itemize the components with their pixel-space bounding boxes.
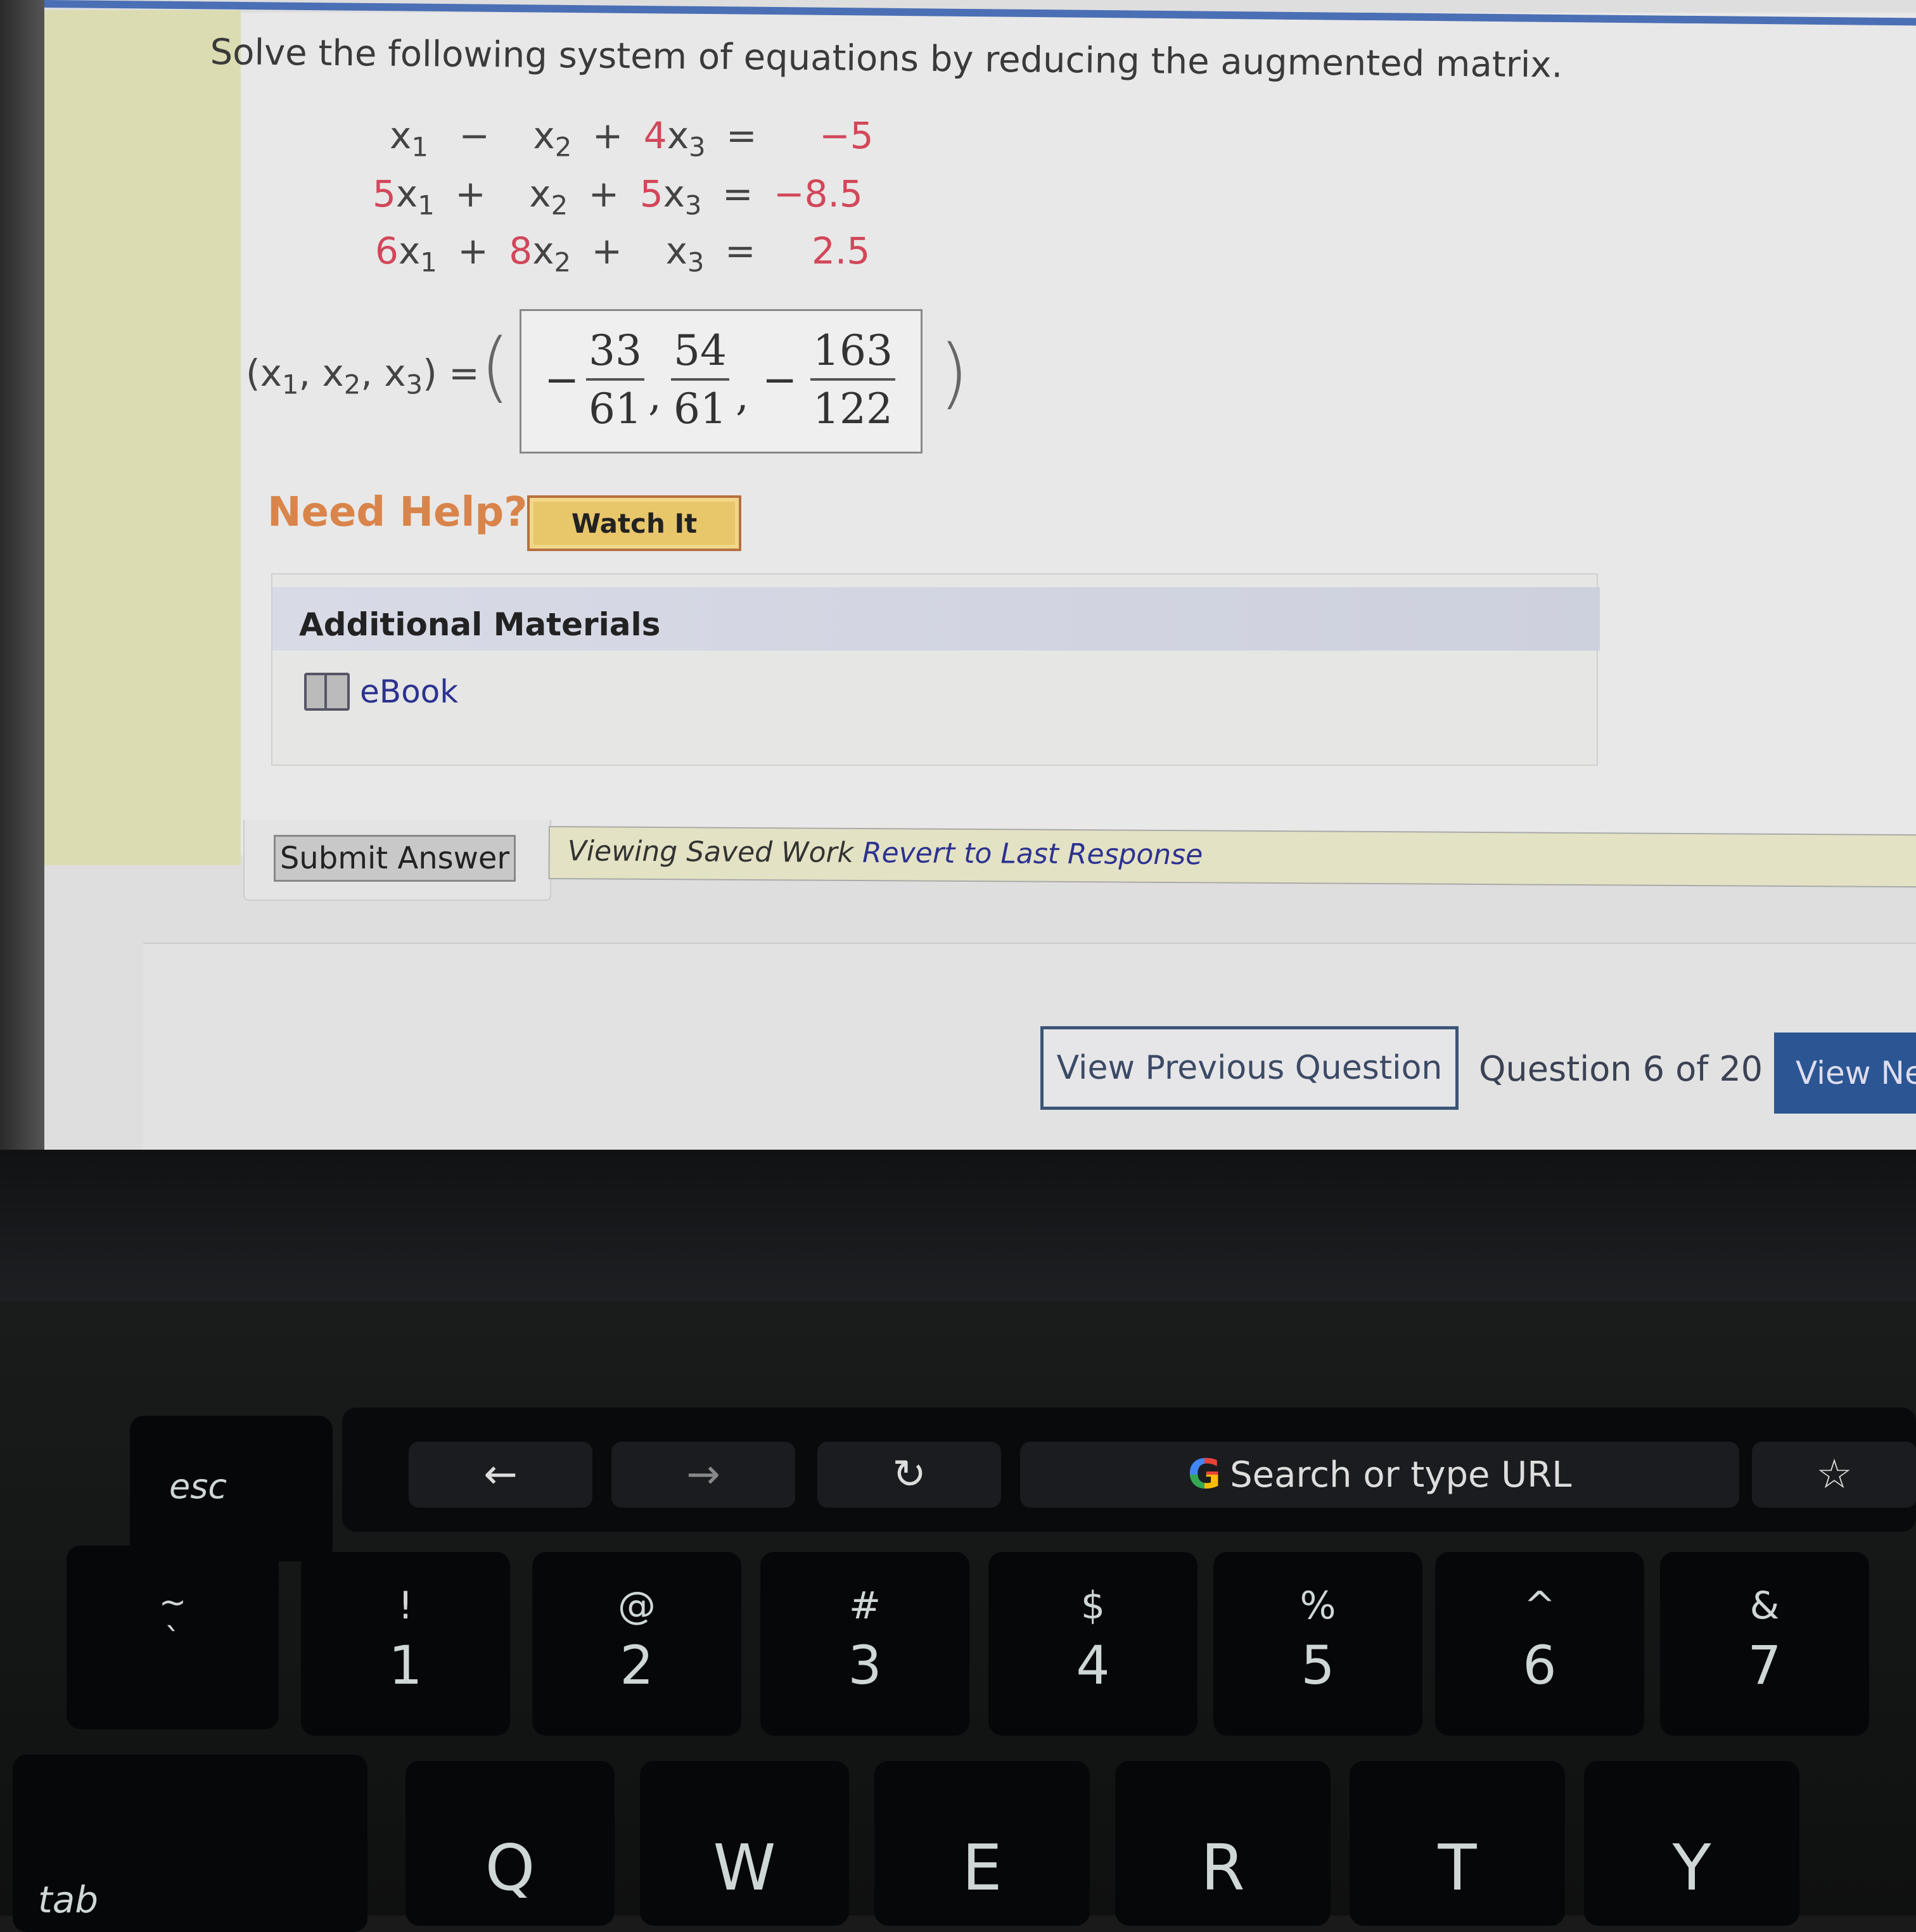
key-e[interactable]: E bbox=[874, 1761, 1090, 1926]
key-5[interactable]: % 5 bbox=[1213, 1552, 1422, 1736]
key-3[interactable]: # 3 bbox=[760, 1552, 969, 1736]
equation-row-1: x1 − x2 + 4x3 = −5 bbox=[390, 114, 874, 163]
saved-work-bar: Viewing Saved Work Revert to Last Respon… bbox=[548, 826, 1916, 888]
close-paren: ) bbox=[939, 329, 969, 417]
x1-sign: − bbox=[544, 355, 580, 404]
reload-icon[interactable]: ↻ bbox=[817, 1442, 1001, 1508]
need-help-label: Need Help? bbox=[267, 489, 528, 536]
additional-materials-title: Additional Materials bbox=[299, 606, 661, 643]
screen-bezel bbox=[0, 0, 44, 1150]
tab-key[interactable]: tab bbox=[13, 1755, 367, 1932]
key-r[interactable]: R bbox=[1115, 1761, 1331, 1926]
additional-materials-panel: Additional Materials eBook bbox=[271, 573, 1600, 766]
view-previous-question-button[interactable]: View Previous Question bbox=[1040, 1026, 1459, 1110]
bookmark-star-icon[interactable]: ☆ bbox=[1752, 1442, 1916, 1508]
browser-screen: Solve the following system of equations … bbox=[0, 0, 1916, 1150]
equation-row-3: 6x1 + 8x2 + x3 = 2.5 bbox=[375, 229, 871, 278]
back-arrow-icon[interactable]: ← bbox=[409, 1442, 592, 1508]
key-t[interactable]: T bbox=[1350, 1761, 1565, 1926]
key-2[interactable]: @ 2 bbox=[532, 1552, 741, 1736]
book-icon bbox=[304, 673, 350, 711]
question-marker-bar bbox=[44, 10, 241, 865]
open-paren: ( bbox=[480, 323, 510, 411]
viewing-saved-work-text: Viewing Saved Work bbox=[567, 835, 854, 869]
revert-to-last-response-link[interactable]: Revert to Last Response bbox=[862, 837, 1203, 871]
touch-bar: ← → ↻ G Search or type URL ☆ bbox=[342, 1408, 1916, 1532]
x1-fraction: 33 61 bbox=[586, 330, 644, 430]
esc-key[interactable]: esc bbox=[130, 1416, 333, 1561]
answer-tuple-label: (x1, x2, x3) = bbox=[246, 352, 480, 400]
key-1[interactable]: ! 1 bbox=[301, 1552, 510, 1736]
key-w[interactable]: W bbox=[640, 1761, 849, 1926]
submit-answer-button[interactable]: Submit Answer bbox=[274, 835, 516, 882]
key-q[interactable]: Q bbox=[406, 1761, 615, 1926]
view-next-question-button[interactable]: View Ne bbox=[1774, 1033, 1916, 1114]
navigation-panel bbox=[143, 943, 1916, 1150]
laptop-bezel bbox=[0, 1150, 1916, 1302]
question-counter: Question 6 of 20 bbox=[1479, 1049, 1763, 1089]
google-icon: G bbox=[1187, 1451, 1222, 1498]
key-7[interactable]: & 7 bbox=[1660, 1552, 1869, 1736]
key-6[interactable]: ^ 6 bbox=[1435, 1552, 1644, 1736]
x3-sign: − bbox=[762, 355, 798, 404]
answer-input[interactable]: − 33 61 , 54 61 , − 163 122 bbox=[520, 309, 923, 454]
equation-row-2: 5x1 + x2 + 5x3 = −8.5 bbox=[373, 172, 863, 221]
x2-fraction: 54 61 bbox=[671, 330, 729, 430]
url-search-bar[interactable]: G Search or type URL bbox=[1020, 1442, 1739, 1508]
watch-it-button[interactable]: Watch It bbox=[527, 495, 741, 551]
key-y[interactable]: Y bbox=[1584, 1761, 1799, 1926]
search-placeholder: Search or type URL bbox=[1230, 1454, 1572, 1496]
forward-arrow-icon[interactable]: → bbox=[611, 1442, 795, 1508]
key-4[interactable]: $ 4 bbox=[988, 1552, 1198, 1736]
ebook-link[interactable]: eBook bbox=[304, 673, 458, 711]
key-backtick[interactable]: ~ ` bbox=[67, 1546, 279, 1729]
x3-fraction: 163 122 bbox=[810, 330, 895, 430]
